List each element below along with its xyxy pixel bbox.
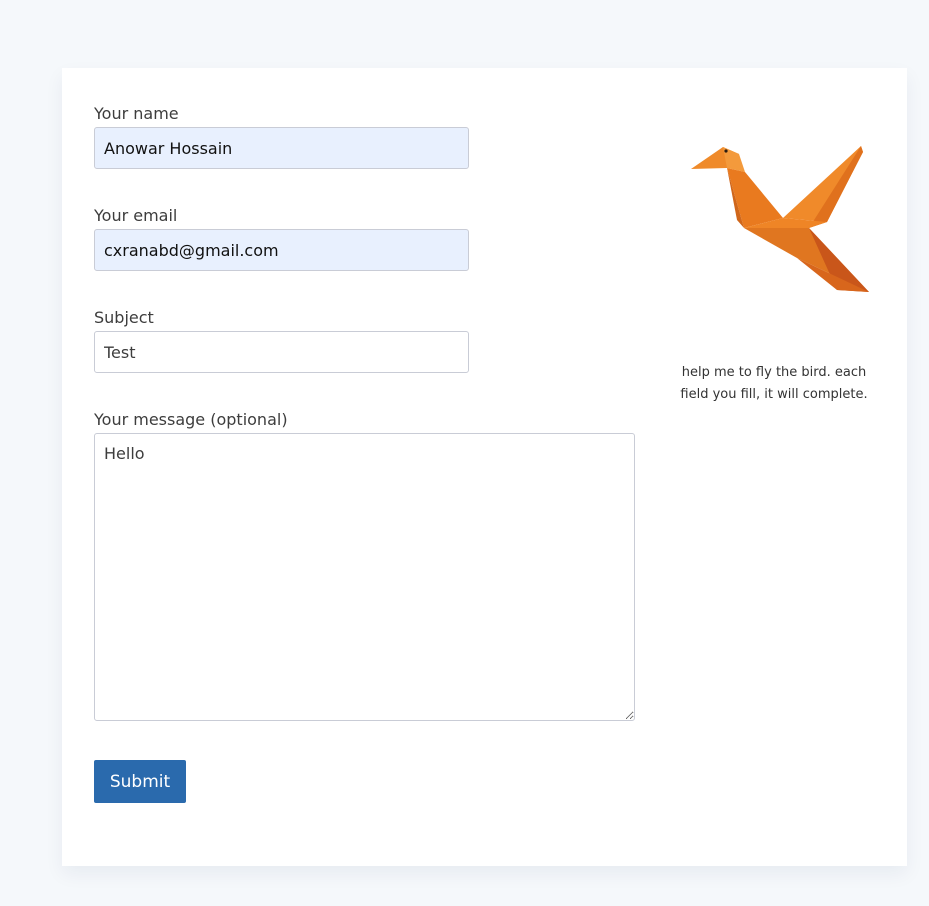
name-input[interactable] (94, 127, 469, 169)
bird-caption: help me to fly the bird. each field you … (680, 365, 868, 402)
subject-label: Subject (94, 308, 154, 327)
email-label: Your email (94, 206, 178, 225)
contact-form-card: Your name Your email Subject Your messag… (62, 68, 907, 866)
name-label: Your name (94, 104, 179, 123)
submit-button[interactable]: Submit (94, 760, 186, 803)
subject-input[interactable] (94, 331, 469, 373)
message-label: Your message (optional) (94, 410, 288, 429)
origami-bird-icon (687, 138, 877, 303)
message-textarea[interactable]: Hello (94, 433, 635, 721)
email-input[interactable] (94, 229, 469, 271)
